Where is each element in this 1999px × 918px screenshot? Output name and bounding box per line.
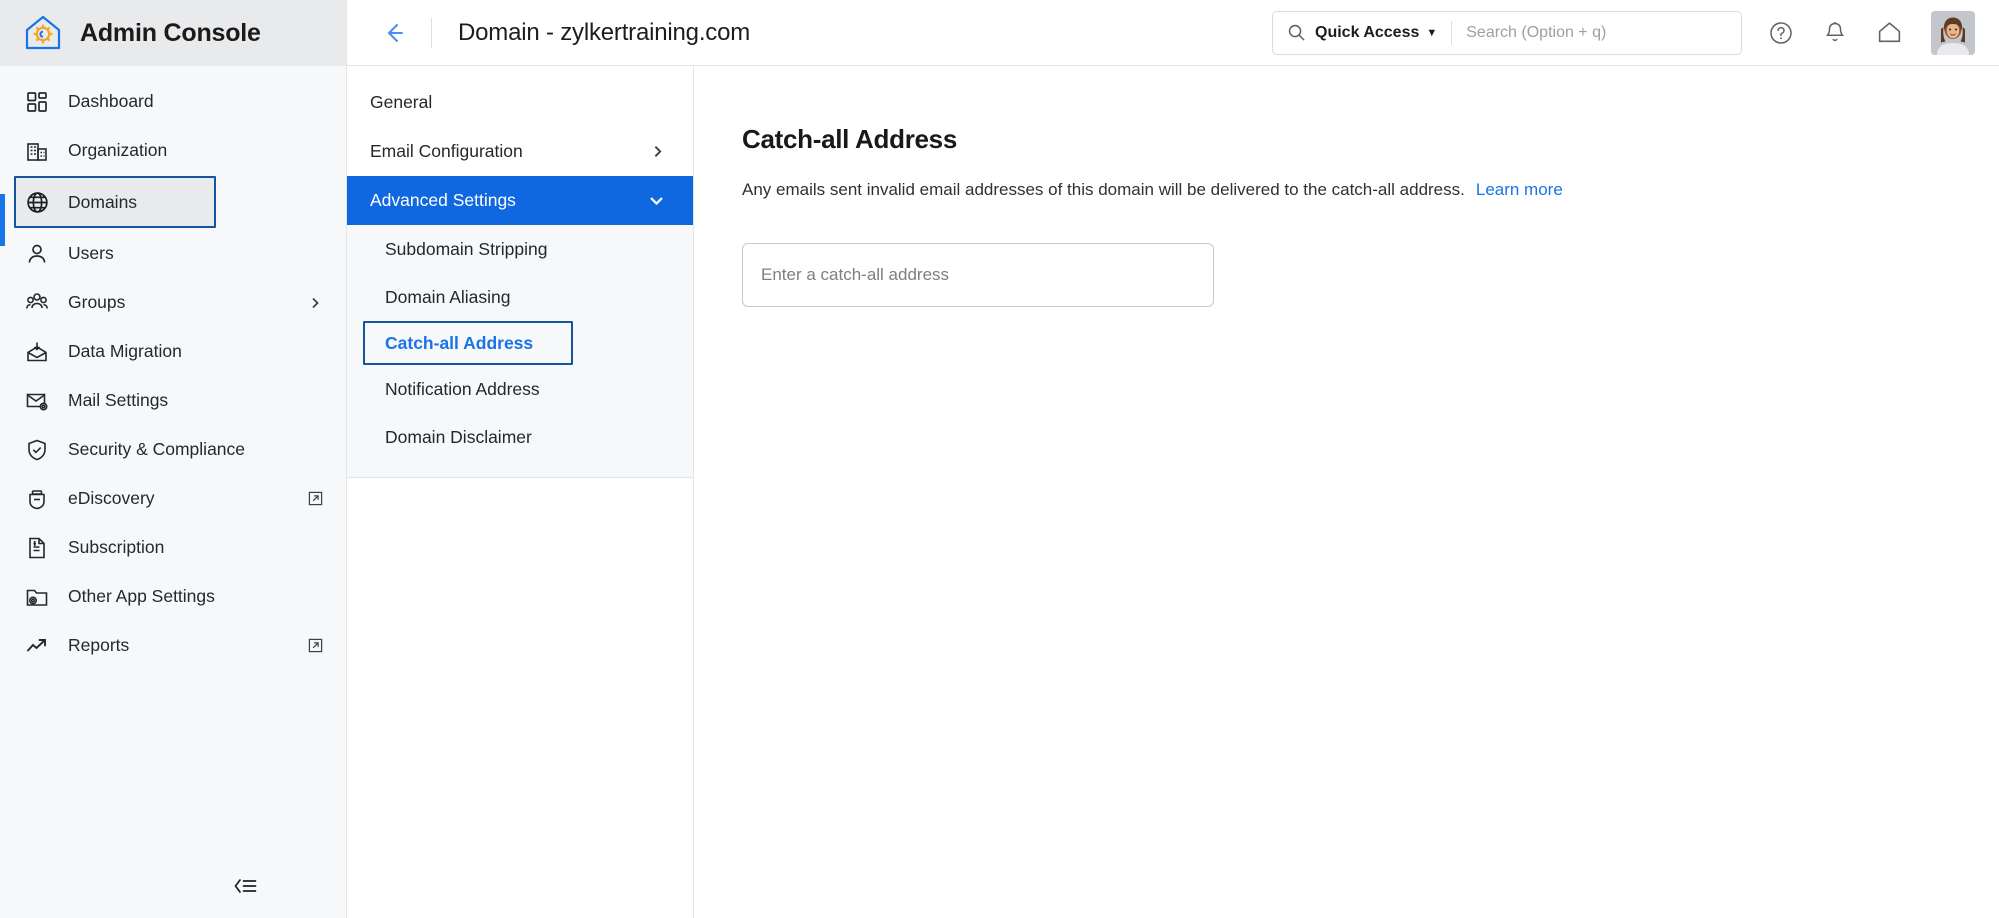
- sidebar-item-subscription[interactable]: Subscription: [0, 524, 346, 571]
- chevron-right-icon: [306, 294, 324, 312]
- collapse-sidebar-icon[interactable]: [232, 876, 258, 896]
- subnav-child-label: Catch-all Address: [385, 332, 534, 353]
- topbar-divider: [431, 17, 432, 48]
- subnav-child-label: Domain Disclaimer: [385, 426, 532, 447]
- envelope-download-icon: [24, 339, 50, 365]
- shield-check-icon: [24, 437, 50, 463]
- catch-all-address-input[interactable]: [742, 242, 1214, 307]
- brand-header: Admin Console: [0, 0, 346, 66]
- learn-more-link[interactable]: Learn more: [1476, 180, 1563, 199]
- sidebar-item-dashboard[interactable]: Dashboard: [0, 78, 346, 125]
- center-column: Domain - zylkertraining.com Quick Access…: [347, 0, 1999, 918]
- chevron-down-icon: [648, 192, 665, 209]
- sidebar-item-label: Data Migration: [68, 341, 182, 361]
- secondary-nav-list: General Email Configuration Advanced Set…: [347, 66, 693, 478]
- page-title: Domain - zylkertraining.com: [458, 18, 751, 46]
- avatar[interactable]: [1931, 10, 1975, 55]
- sidebar-item-label: Domains: [68, 191, 138, 212]
- sidebar-item-label: Dashboard: [68, 91, 154, 111]
- group-icon: [24, 290, 50, 316]
- chevron-right-icon: [650, 144, 665, 159]
- subnav-item-general[interactable]: General: [347, 78, 693, 127]
- sidebar-item-label: eDiscovery: [68, 488, 155, 508]
- subnav-child-label: Notification Address: [385, 378, 540, 399]
- subnav-item-label: Email Configuration: [370, 141, 523, 161]
- building-icon: [24, 138, 50, 164]
- secondary-nav: General Email Configuration Advanced Set…: [347, 66, 694, 918]
- subnav-item-advanced-settings[interactable]: Advanced Settings: [347, 176, 693, 225]
- main-content: Catch-all Address Any emails sent invali…: [694, 66, 1999, 918]
- home-icon[interactable]: [1876, 19, 1903, 46]
- sidebar-item-domains[interactable]: Domains: [14, 176, 216, 228]
- subnav-child-label: Domain Aliasing: [385, 286, 511, 307]
- quick-access-label: Quick Access: [1315, 23, 1420, 41]
- sidebar-item-other-app-settings[interactable]: Other App Settings: [0, 573, 346, 620]
- sidebar-item-security-compliance[interactable]: Security & Compliance: [0, 426, 346, 473]
- top-bar: Domain - zylkertraining.com Quick Access…: [347, 0, 1999, 66]
- chevron-down-icon: ▼: [1426, 26, 1438, 39]
- search-input[interactable]: [1466, 23, 1727, 42]
- sidebar-nav: Dashboard Organization Domains Users Gro…: [0, 66, 346, 854]
- sidebar-item-label: Subscription: [68, 537, 165, 557]
- vault-icon: [24, 486, 50, 512]
- subnav-child-notification-address[interactable]: Notification Address: [347, 365, 693, 413]
- folder-gear-icon: [24, 584, 50, 610]
- global-search-bar[interactable]: Quick Access ▼: [1272, 10, 1742, 55]
- app-root: Admin Console Dashboard Organization Dom…: [0, 0, 1999, 918]
- content-heading: Catch-all Address: [742, 124, 957, 154]
- subnav-child-catch-all-address[interactable]: Catch-all Address: [363, 321, 573, 365]
- trend-arrow-icon: [24, 633, 50, 659]
- dashboard-grid-icon: [24, 89, 50, 115]
- collapse-sidebar-row: [0, 854, 346, 918]
- quick-access-dropdown[interactable]: Quick Access ▼: [1315, 24, 1437, 42]
- sidebar-item-label: Users: [68, 243, 114, 263]
- subnav-item-label: Advanced Settings: [370, 190, 516, 210]
- house-gear-icon: [22, 12, 64, 54]
- search-divider: [1451, 20, 1453, 45]
- sidebar-item-ediscovery[interactable]: eDiscovery: [0, 475, 346, 522]
- topbar-icon-group: [1768, 10, 1975, 55]
- subnav-child-domain-aliasing[interactable]: Domain Aliasing: [347, 273, 693, 321]
- subnav-item-email-configuration[interactable]: Email Configuration: [347, 127, 693, 176]
- external-link-icon: [306, 637, 324, 655]
- sidebar-item-groups[interactable]: Groups: [0, 279, 346, 326]
- subnav-child-domain-disclaimer[interactable]: Domain Disclaimer: [347, 413, 693, 461]
- envelope-gear-icon: [24, 388, 50, 414]
- body-row: General Email Configuration Advanced Set…: [347, 66, 1999, 918]
- subnav-child-label: Subdomain Stripping: [385, 238, 548, 259]
- arrow-left-icon[interactable]: [375, 14, 413, 52]
- sidebar-item-label: Other App Settings: [68, 586, 215, 606]
- content-description-row: Any emails sent invalid email addresses …: [742, 177, 1999, 203]
- subnav-divider: [347, 477, 693, 478]
- invoice-icon: [24, 535, 50, 561]
- sidebar-item-label: Security & Compliance: [68, 439, 246, 459]
- help-icon[interactable]: [1768, 20, 1794, 46]
- sidebar-item-label: Groups: [68, 292, 126, 312]
- sidebar-item-label: Reports: [68, 635, 130, 655]
- brand-title: Admin Console: [80, 18, 261, 47]
- subnav-child-subdomain-stripping[interactable]: Subdomain Stripping: [347, 225, 693, 273]
- search-icon: [1287, 23, 1307, 42]
- notifications-bell-icon[interactable]: [1822, 20, 1848, 46]
- primary-sidebar: Admin Console Dashboard Organization Dom…: [0, 0, 347, 918]
- subnav-children: Subdomain Stripping Domain Aliasing Catc…: [347, 225, 693, 477]
- sidebar-item-organization[interactable]: Organization: [0, 127, 346, 174]
- content-description: Any emails sent invalid email addresses …: [742, 180, 1465, 199]
- sidebar-item-label: Mail Settings: [68, 390, 169, 410]
- sidebar-item-reports[interactable]: Reports: [0, 622, 346, 669]
- external-link-icon: [306, 490, 324, 508]
- sidebar-item-data-migration[interactable]: Data Migration: [0, 328, 346, 375]
- sidebar-item-mail-settings[interactable]: Mail Settings: [0, 377, 346, 424]
- sidebar-item-label: Organization: [68, 140, 168, 160]
- subnav-item-label: General: [370, 92, 433, 112]
- user-icon: [24, 241, 50, 267]
- globe-icon: [24, 189, 50, 215]
- sidebar-item-users[interactable]: Users: [0, 230, 346, 277]
